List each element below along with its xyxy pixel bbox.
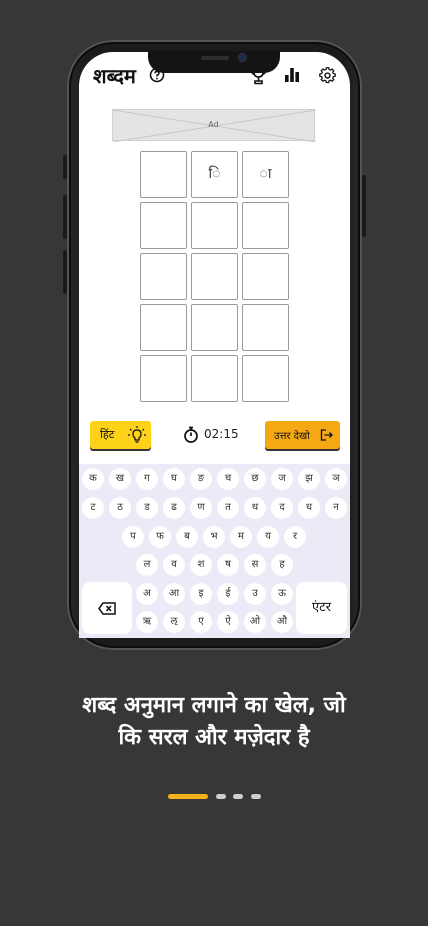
keyboard-key[interactable]: त [217,497,239,519]
stopwatch-icon [184,426,198,443]
keyboard-key[interactable]: च [217,468,239,490]
keyboard-key[interactable]: म [230,526,252,548]
grid-cell [140,304,187,351]
enter-key[interactable]: एंटर [296,582,347,634]
keyboard-key[interactable]: ब [176,526,198,548]
grid-cell [242,355,289,402]
keyboard-key[interactable]: ल [136,554,158,576]
backspace-key[interactable] [82,582,132,634]
tagline-line-1: शब्द अनुमान लगाने का खेल, जो [82,693,346,718]
keyboard-key[interactable]: र [284,526,306,548]
front-camera [239,54,246,61]
keyboard-key[interactable]: ओ [244,611,266,633]
backspace-icon [98,602,116,615]
keyboard-key[interactable]: औ [271,611,293,633]
keyboard-key[interactable]: अ [136,583,158,605]
grid-cell [242,202,289,249]
grid-cell [242,253,289,300]
ad-label: Ad [208,120,219,129]
keyboard-key[interactable]: घ [163,468,185,490]
grid-cell [140,355,187,402]
keyboard-key[interactable]: ऌ [163,611,185,633]
grid-cell [191,253,238,300]
grid-cell [140,202,187,249]
grid-cell: ि [191,151,238,198]
keyboard-key[interactable]: थ [244,497,266,519]
keyboard-key[interactable]: ऊ [271,583,293,605]
keyboard-key[interactable]: व [163,554,185,576]
keyboard-key[interactable]: ङ [190,468,212,490]
keyboard-key[interactable]: झ [298,468,320,490]
grid-cell: ा [242,151,289,198]
keyboard-key[interactable]: क [82,468,104,490]
timer-display: 02:15 [204,427,239,441]
keyboard-key[interactable]: ञ [325,468,347,490]
keyboard-key[interactable]: उ [244,583,266,605]
keyboard-key[interactable]: ध [298,497,320,519]
page-indicator-dot-1[interactable] [168,794,208,799]
keyboard-key[interactable]: ठ [109,497,131,519]
keyboard-key[interactable]: ऋ [136,611,158,633]
keyboard-key[interactable]: द [271,497,293,519]
keyboard-key[interactable]: स [244,554,266,576]
keyboard-key[interactable]: ण [190,497,212,519]
keyboard-key[interactable]: ख [109,468,131,490]
keyboard-key[interactable]: ई [217,583,239,605]
keyboard-key[interactable]: ज [271,468,293,490]
tagline-line-2: कि सरल और मज़ेदार है [118,725,310,750]
show-answer-label: उत्तर देखो [274,431,310,442]
keyboard-key[interactable]: फ [149,526,171,548]
app-logo: शब्दम [93,64,136,88]
keyboard-key[interactable]: ट [82,497,104,519]
speaker-grille [201,56,229,60]
grid-cell [140,253,187,300]
lightbulb-icon [128,426,146,443]
page-indicator-dot-2[interactable] [216,794,226,799]
keyboard-key[interactable]: श [190,554,212,576]
keyboard-key[interactable]: ष [217,554,239,576]
grid-cell [191,355,238,402]
grid-cell [140,151,187,198]
keyboard-key[interactable]: ए [190,611,212,633]
grid-cell [191,202,238,249]
keyboard-key[interactable]: प [122,526,144,548]
keyboard-key[interactable]: छ [244,468,266,490]
page-indicator-dot-3[interactable] [233,794,243,799]
keyboard-key[interactable]: य [257,526,279,548]
keyboard-key[interactable]: ऐ [217,611,239,633]
power-button [362,175,366,237]
grid-cell [191,304,238,351]
page-indicator-dot-4[interactable] [251,794,261,799]
keyboard-key[interactable]: आ [163,583,185,605]
keyboard-key[interactable]: भ [203,526,225,548]
grid-cell [242,304,289,351]
exit-arrow-icon [320,429,333,441]
ad-banner[interactable]: Ad [112,109,316,142]
keyboard-key[interactable]: इ [190,583,212,605]
phone-notch [148,51,280,73]
keyboard-key[interactable]: ढ [163,497,185,519]
show-answer-button[interactable]: उत्तर देखो [265,421,340,449]
hint-label: हिंट [100,428,115,441]
stats-icon[interactable] [284,67,300,83]
keyboard-key[interactable]: ह [271,554,293,576]
keyboard-key[interactable]: ग [136,468,158,490]
settings-gear-icon[interactable] [319,67,336,84]
hint-button[interactable]: हिंट [90,421,151,449]
keyboard-key[interactable]: न [325,497,347,519]
keyboard-key[interactable]: ड [136,497,158,519]
